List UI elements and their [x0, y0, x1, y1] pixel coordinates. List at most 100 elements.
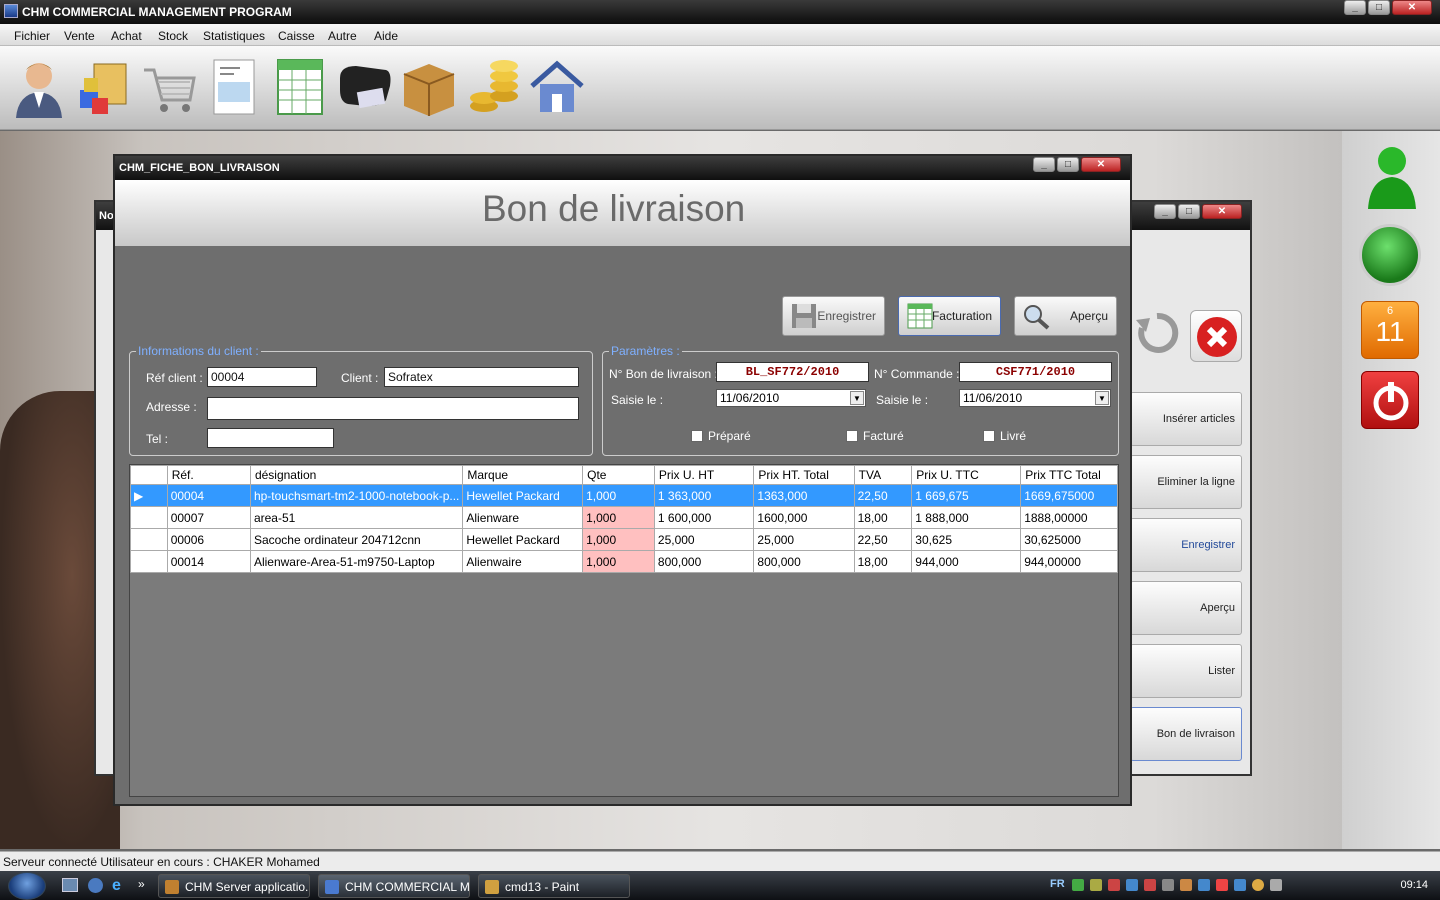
cell[interactable]: 30,625	[911, 528, 1022, 551]
col-total-ht[interactable]: Prix HT. Total	[753, 465, 855, 485]
tray-icon[interactable]	[1108, 879, 1120, 891]
col-brand[interactable]: Marque	[462, 465, 584, 485]
media-player-icon[interactable]	[88, 878, 103, 893]
task-chm-server[interactable]: CHM Server applicatio...	[158, 874, 310, 898]
prepared-checkbox[interactable]: Préparé	[691, 429, 751, 443]
back-save-button[interactable]: Enregistrer	[1130, 518, 1242, 572]
menu-achat[interactable]: Achat	[111, 29, 142, 43]
table-row[interactable]: 00014 Alienware-Area-51-m9750-Laptop Ali…	[130, 550, 1118, 573]
tray-icon[interactable]	[1090, 879, 1102, 891]
cell[interactable]: Alienwaire	[462, 550, 584, 573]
spreadsheet-icon[interactable]	[272, 56, 330, 118]
preview-button[interactable]: Aperçu	[1014, 296, 1117, 336]
status-light-icon[interactable]	[1359, 224, 1421, 286]
tray-icon[interactable]	[1198, 879, 1210, 891]
minimize-button[interactable]: _	[1344, 0, 1366, 15]
tray-icon[interactable]	[1072, 879, 1084, 891]
address-field[interactable]	[207, 397, 579, 420]
task-chm-commercial[interactable]: CHM COMMERCIAL M...	[318, 874, 470, 898]
cell[interactable]: 1 600,000	[653, 506, 755, 529]
table-row[interactable]: 00006 Sacoche ordinateur 204712cnn Hewel…	[130, 528, 1118, 551]
cell[interactable]: 944,00000	[1020, 550, 1118, 573]
wallet-icon[interactable]	[336, 56, 394, 118]
tray-icon[interactable]	[1126, 879, 1138, 891]
menu-autre[interactable]: Autre	[328, 29, 357, 43]
col-unit-price-ttc[interactable]: Prix U. TTC	[911, 465, 1022, 485]
tray-icon[interactable]	[1252, 879, 1264, 891]
browser-icon[interactable]: e	[112, 877, 121, 895]
menu-fichier[interactable]: Fichier	[14, 29, 50, 43]
col-unit-price-ht[interactable]: Prix U. HT	[653, 465, 755, 485]
table-row[interactable]: ▶ 00004 hp-touchsmart-tm2-1000-notebook-…	[130, 484, 1118, 507]
cell[interactable]: 800,000	[753, 550, 855, 573]
client-name-field[interactable]	[384, 367, 579, 387]
row-selector[interactable]: ▶	[130, 484, 168, 507]
cell[interactable]: 00006	[166, 528, 251, 551]
cell[interactable]: Alienware	[462, 506, 584, 529]
cell[interactable]: 1,000	[582, 506, 655, 529]
menu-statistiques[interactable]: Statistiques	[203, 29, 265, 43]
cell[interactable]: 25,000	[753, 528, 855, 551]
cell[interactable]: 18,00	[853, 550, 913, 573]
col-qty[interactable]: Qte	[582, 465, 655, 485]
power-icon[interactable]	[1361, 371, 1419, 429]
cell[interactable]: 22,50	[853, 528, 913, 551]
menu-aide[interactable]: Aide	[374, 29, 398, 43]
task-paint[interactable]: cmd13 - Paint	[478, 874, 630, 898]
cell[interactable]: 30,625000	[1020, 528, 1118, 551]
menu-vente[interactable]: Vente	[64, 29, 95, 43]
bl-number-field[interactable]	[716, 362, 869, 382]
tray-icon[interactable]	[1234, 879, 1246, 891]
row-selector[interactable]	[130, 550, 168, 573]
cell[interactable]: 25,000	[653, 528, 755, 551]
date1-picker[interactable]: 11/06/2010 ▼	[716, 389, 866, 407]
list-button[interactable]: Lister	[1130, 644, 1242, 698]
cell[interactable]: Alienware-Area-51-m9750-Laptop	[249, 550, 464, 573]
table-row[interactable]: 00007 area-51 Alienware 1,000 1 600,000 …	[130, 506, 1118, 529]
tray-icon[interactable]	[1144, 879, 1156, 891]
menu-caisse[interactable]: Caisse	[278, 29, 315, 43]
delivered-checkbox[interactable]: Livré	[983, 429, 1026, 443]
row-selector[interactable]	[130, 506, 168, 529]
show-desktop-icon[interactable]	[62, 878, 78, 892]
house-icon[interactable]	[528, 56, 586, 118]
cancel-icon[interactable]	[1190, 310, 1242, 362]
chevron-right-icon[interactable]: »	[138, 877, 145, 891]
coins-icon[interactable]	[464, 56, 522, 118]
back-preview-button[interactable]: Aperçu	[1130, 581, 1242, 635]
cell[interactable]: 00007	[166, 506, 251, 529]
start-button[interactable]	[8, 872, 46, 900]
boxes-icon[interactable]	[74, 56, 132, 118]
articles-grid[interactable]: Réf. désignation Marque Qte Prix U. HT P…	[129, 464, 1119, 797]
tray-icon[interactable]	[1270, 879, 1282, 891]
cell[interactable]: Hewellet Packard	[462, 528, 584, 551]
order-number-field[interactable]	[959, 362, 1112, 382]
cell[interactable]: 1 363,000	[653, 484, 755, 507]
cell[interactable]: hp-touchsmart-tm2-1000-notebook-p...	[249, 484, 464, 507]
back-close-button[interactable]: ✕	[1202, 204, 1242, 219]
cell[interactable]: 944,000	[911, 550, 1022, 573]
col-designation[interactable]: désignation	[249, 465, 464, 485]
cell[interactable]: 1363,000	[753, 484, 855, 507]
cell[interactable]: 1888,00000	[1020, 506, 1118, 529]
user-icon[interactable]	[10, 56, 68, 118]
insert-articles-button[interactable]: Insérer articles	[1130, 392, 1242, 446]
cell[interactable]: Sacoche ordinateur 204712cnn	[249, 528, 464, 551]
cell[interactable]: 18,00	[853, 506, 913, 529]
col-ref[interactable]: Réf.	[166, 465, 251, 485]
col-tva[interactable]: TVA	[853, 465, 913, 485]
back-maximize-button[interactable]: □	[1178, 204, 1200, 219]
cell[interactable]: 00004	[166, 484, 251, 507]
window-minimize-button[interactable]: _	[1033, 157, 1055, 172]
save-button[interactable]: Enregistrer	[782, 296, 885, 336]
tray-icon[interactable]	[1162, 879, 1174, 891]
cell[interactable]: Hewellet Packard	[462, 484, 584, 507]
clock[interactable]: 09:14	[1400, 879, 1428, 891]
window-maximize-button[interactable]: □	[1057, 157, 1079, 172]
package-icon[interactable]	[400, 56, 458, 118]
delete-line-button[interactable]: Eliminer la ligne	[1130, 455, 1242, 509]
tray-icon[interactable]	[1216, 879, 1228, 891]
online-user-icon[interactable]	[1364, 141, 1420, 211]
back-minimize-button[interactable]: _	[1154, 204, 1176, 219]
invoice-button[interactable]: Facturation	[898, 296, 1001, 336]
